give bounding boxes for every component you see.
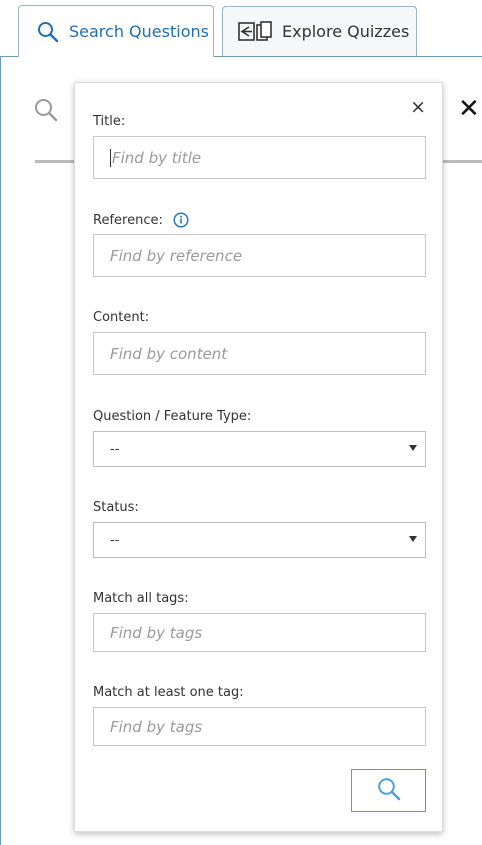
question-type-select[interactable]: -- bbox=[93, 431, 426, 467]
content-input[interactable]: Find by content bbox=[93, 332, 426, 375]
match-all-tags-label: Match all tags: bbox=[93, 591, 189, 606]
status-label: Status: bbox=[93, 500, 139, 515]
title-label: Title: bbox=[93, 114, 126, 129]
dropdown-arrow-icon bbox=[409, 536, 417, 542]
title-input[interactable]: Find by title bbox=[93, 136, 426, 179]
search-button[interactable] bbox=[351, 769, 426, 812]
match-all-tags-input[interactable]: Find by tags bbox=[93, 613, 426, 652]
question-type-label: Question / Feature Type: bbox=[93, 409, 252, 424]
reference-label-text: Reference: bbox=[93, 212, 163, 228]
match-one-tag-input[interactable]: Find by tags bbox=[93, 707, 426, 746]
content-placeholder: Find by content bbox=[110, 344, 228, 363]
title-placeholder: Find by title bbox=[112, 148, 202, 167]
reference-placeholder: Find by reference bbox=[110, 246, 243, 265]
search-icon bbox=[34, 98, 58, 126]
match-all-tags-placeholder: Find by tags bbox=[110, 623, 203, 642]
filter-popup: × Title: Find by title Reference: Find b… bbox=[74, 82, 443, 832]
info-icon[interactable] bbox=[173, 212, 189, 228]
question-type-value: -- bbox=[110, 441, 120, 457]
match-one-tag-placeholder: Find by tags bbox=[110, 717, 203, 736]
close-icon[interactable]: ✕ bbox=[458, 96, 480, 122]
status-value: -- bbox=[110, 532, 120, 548]
search-icon bbox=[377, 777, 401, 805]
status-select[interactable]: -- bbox=[93, 522, 426, 558]
match-one-tag-label: Match at least one tag: bbox=[93, 685, 244, 700]
content-label: Content: bbox=[93, 310, 150, 325]
quizzes-icon bbox=[238, 20, 274, 43]
search-icon bbox=[37, 21, 59, 43]
tab-search-questions[interactable]: Search Questions bbox=[18, 5, 214, 57]
reference-label: Reference: bbox=[93, 212, 189, 228]
tab-explore-quizzes[interactable]: Explore Quizzes bbox=[222, 6, 417, 56]
tab-label: Explore Quizzes bbox=[282, 22, 410, 41]
dropdown-arrow-icon bbox=[409, 445, 417, 451]
reference-input[interactable]: Find by reference bbox=[93, 234, 426, 277]
close-icon[interactable]: × bbox=[410, 97, 426, 117]
tab-label: Search Questions bbox=[69, 22, 209, 41]
